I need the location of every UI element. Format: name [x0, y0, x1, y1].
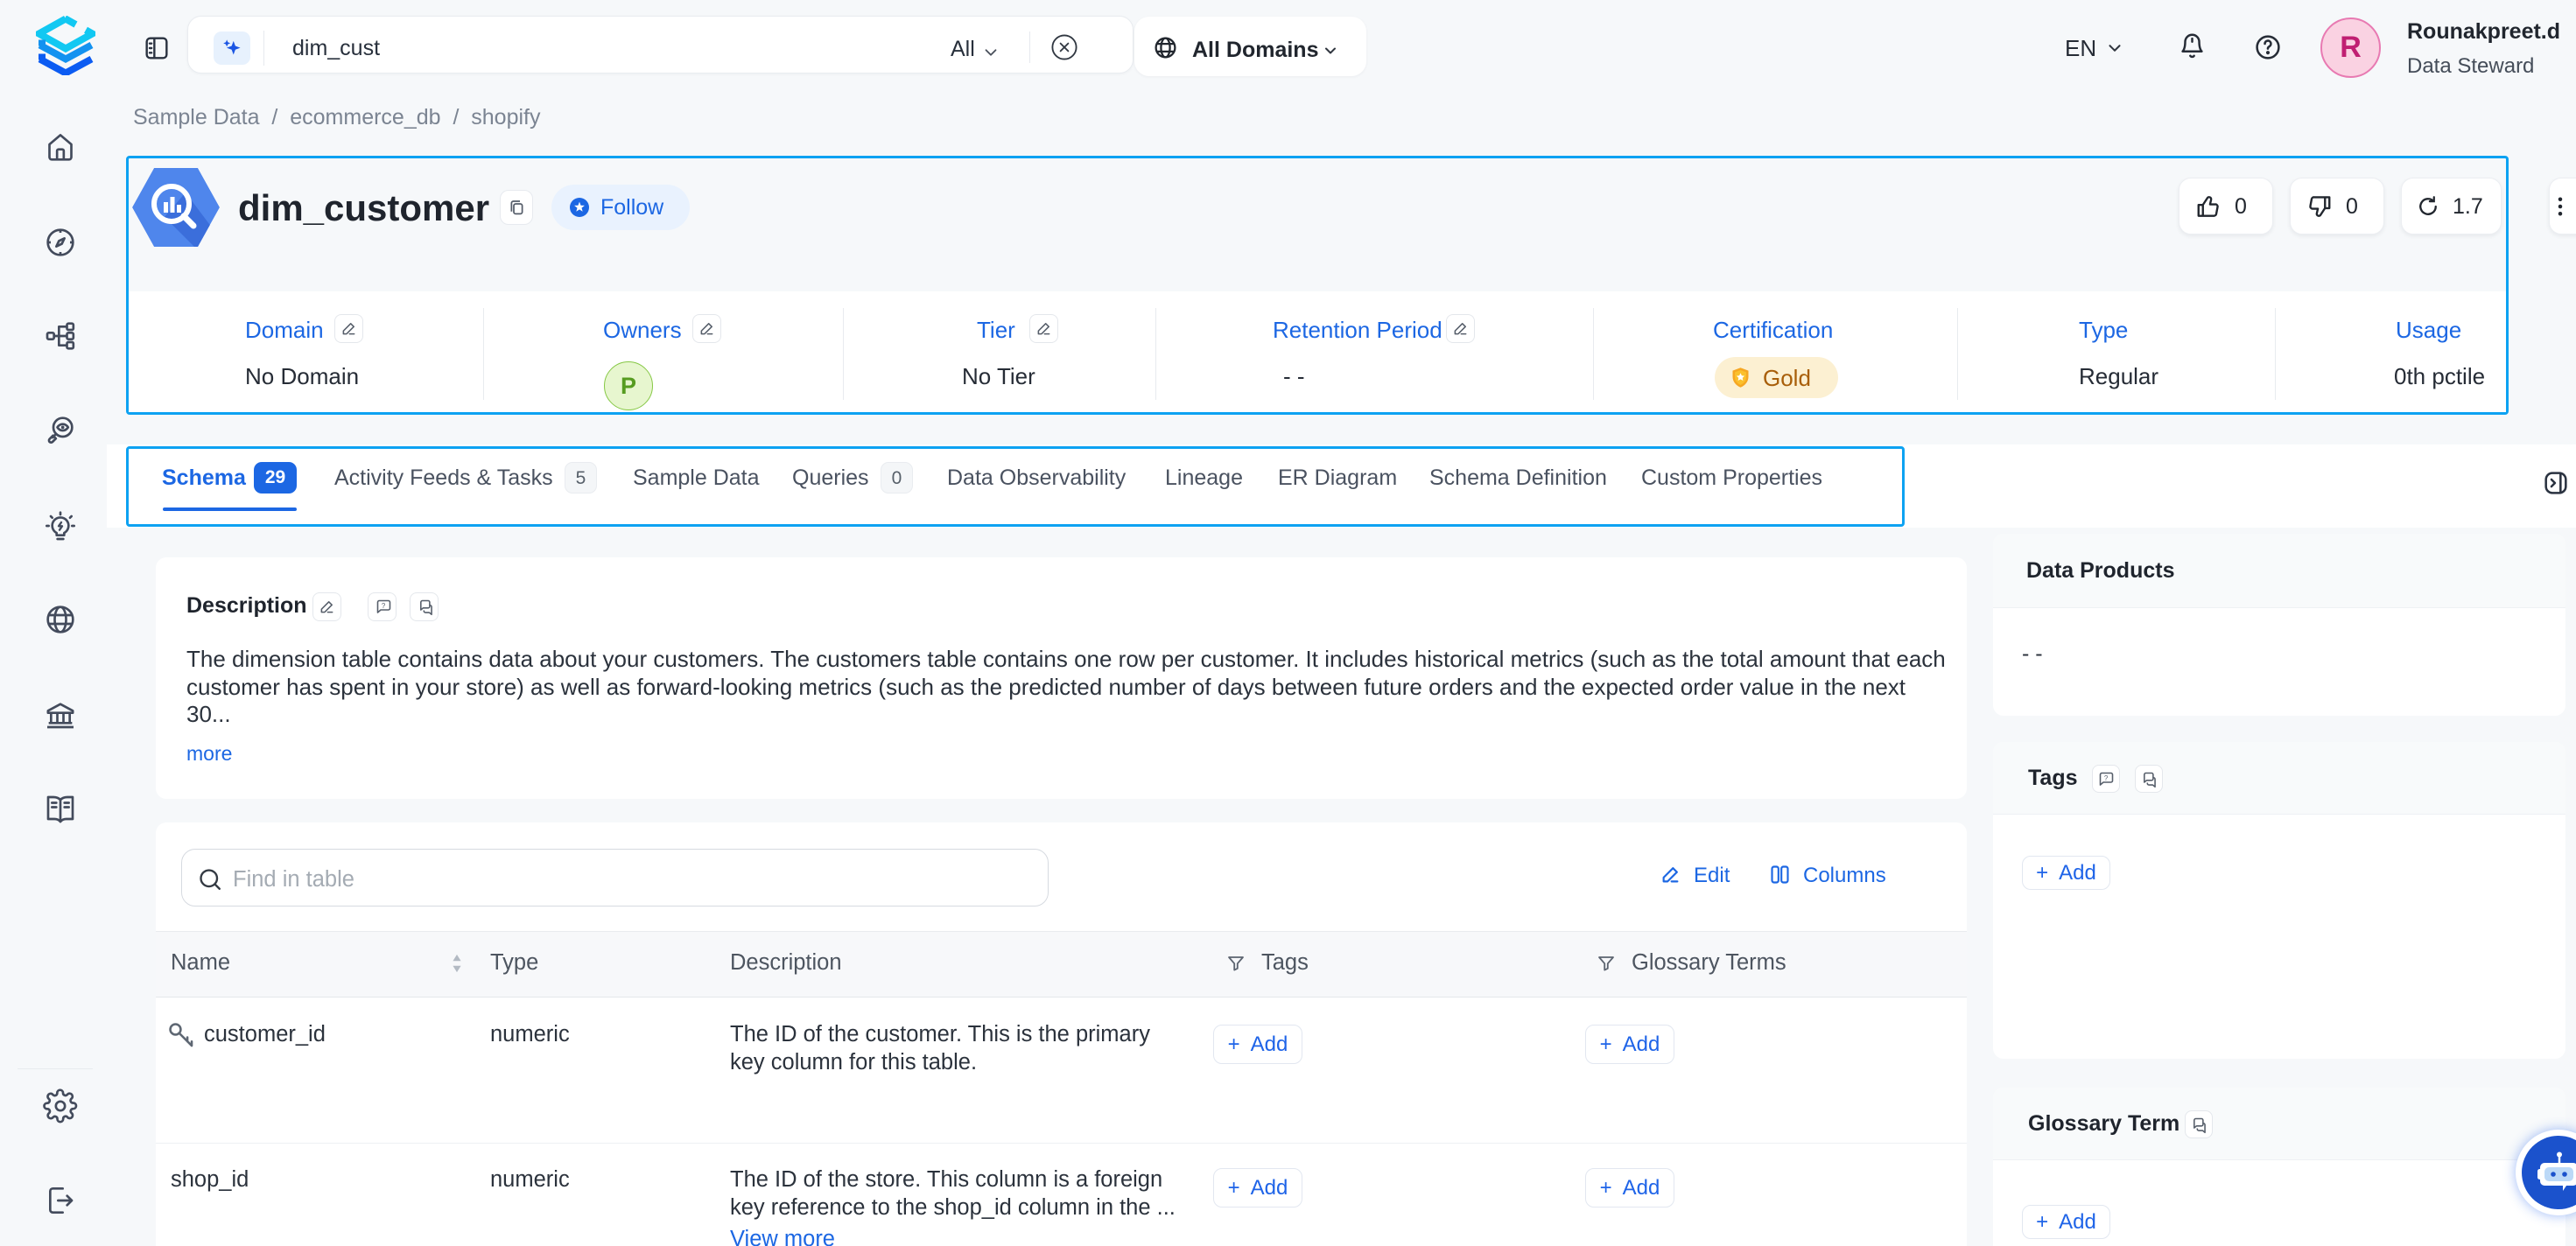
- svg-text:?: ?: [382, 602, 386, 610]
- svg-text:?: ?: [2104, 774, 2109, 782]
